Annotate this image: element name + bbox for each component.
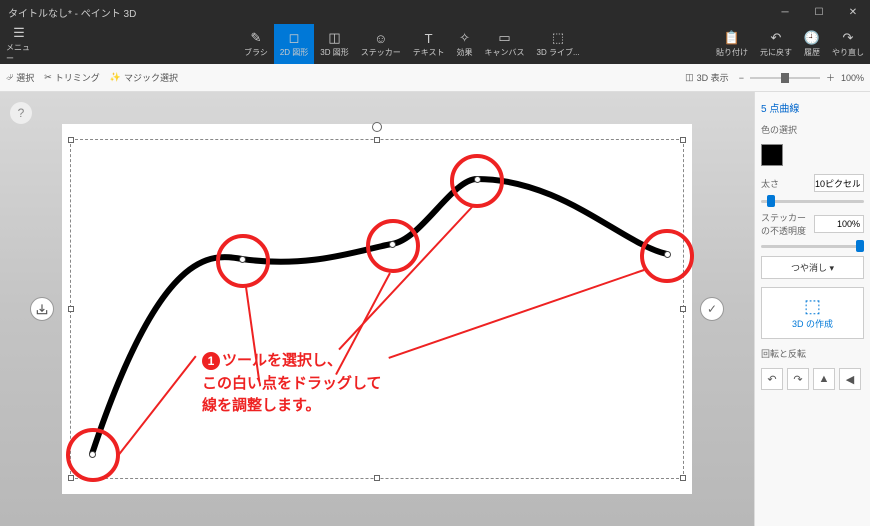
menu-button[interactable]: ☰ メニュー xyxy=(0,24,38,64)
secondary-toolbar: ⮰選択 ✂トリミング ✨マジック選択 ◫3D 表示 − ＋ 100% xyxy=(0,64,870,92)
canvas-icon: ▭ xyxy=(497,30,513,46)
sticker-tool[interactable]: ☺ ステッカー xyxy=(355,24,407,64)
thickness-slider[interactable] xyxy=(761,200,864,203)
flip-horizontal-button[interactable]: ▲ xyxy=(813,368,835,390)
view-3d-toggle[interactable]: ◫3D 表示 xyxy=(685,71,729,84)
thickness-label: 太さ xyxy=(761,177,779,190)
opacity-slider[interactable] xyxy=(761,245,864,248)
resize-handle-tr[interactable] xyxy=(680,137,686,143)
zoom-controls: − ＋ 100% xyxy=(739,71,864,84)
undo-icon: ↶ xyxy=(768,30,784,46)
opacity-input[interactable] xyxy=(814,215,864,233)
annotation-circle xyxy=(216,234,270,288)
opacity-label: ステッカーの不透明度 xyxy=(761,211,814,237)
redo-button[interactable]: ↷ やり直し xyxy=(826,24,870,64)
maximize-button[interactable]: ☐ xyxy=(802,0,836,24)
annotation-circle xyxy=(640,229,694,283)
close-button[interactable]: ✕ xyxy=(836,0,870,24)
annotation-text: 1ツールを選択し、 この白い点をドラッグして 線を調整します。 xyxy=(202,350,382,418)
hamburger-icon: ☰ xyxy=(11,25,27,41)
paste-button[interactable]: 📋 貼り付け xyxy=(710,24,754,64)
rotate-label: 回転と反転 xyxy=(761,347,864,360)
zoom-slider[interactable] xyxy=(750,77,820,79)
annotation-number: 1 xyxy=(202,352,220,370)
confirm-button[interactable]: ✓ xyxy=(700,297,724,321)
chevron-down-icon: ▾ xyxy=(830,263,835,273)
brush-tool[interactable]: ✎ ブラシ xyxy=(238,24,274,64)
resize-handle-bm[interactable] xyxy=(374,475,380,481)
redo-icon: ↷ xyxy=(840,30,856,46)
effects-tool[interactable]: ✧ 効果 xyxy=(451,24,479,64)
resize-handle-mr[interactable] xyxy=(680,306,686,312)
color-swatch[interactable] xyxy=(761,144,783,166)
undo-button[interactable]: ↶ 元に戻す xyxy=(754,24,798,64)
text-icon: T xyxy=(421,30,437,46)
shapes-3d-tool[interactable]: ◫ 3D 図形 xyxy=(314,24,354,64)
zoom-out-button[interactable]: − xyxy=(739,73,744,83)
zoom-in-button[interactable]: ＋ xyxy=(826,71,835,84)
cube-icon: ◫ xyxy=(685,72,694,83)
properties-sidebar: 5 点曲線 色の選択 太さ ステッカーの不透明度 つや消し ▾ ⬚ 3D の作成… xyxy=(754,92,870,526)
resize-handle-tm[interactable] xyxy=(374,137,380,143)
color-label: 色の選択 xyxy=(761,123,864,136)
window-controls: ─ ☐ ✕ xyxy=(768,0,870,24)
library-icon: ⬚ xyxy=(550,30,566,46)
magic-icon: ✨ xyxy=(110,72,121,83)
history-icon: 🕘 xyxy=(804,30,820,46)
canvas-workspace: ? ✓ xyxy=(0,92,754,526)
annotation-circle xyxy=(366,219,420,273)
resize-handle-tl[interactable] xyxy=(68,137,74,143)
resize-handle-br[interactable] xyxy=(680,475,686,481)
text-tool[interactable]: T テキスト xyxy=(407,24,451,64)
select-button[interactable]: ⮰選択 xyxy=(6,71,34,84)
crop-icon: ✂ xyxy=(44,72,52,83)
sidebar-title: 5 点曲線 xyxy=(761,100,864,115)
flip-vertical-button[interactable]: ◀ xyxy=(839,368,861,390)
main-toolbar: ☰ メニュー ✎ ブラシ ◻ 2D 図形 ◫ 3D 図形 ☺ ステッカー T テ… xyxy=(0,24,870,64)
help-button[interactable]: ? xyxy=(10,102,32,124)
finish-dropdown[interactable]: つや消し ▾ xyxy=(761,256,864,279)
shapes-3d-icon: ◫ xyxy=(327,30,343,46)
canvas[interactable]: 1ツールを選択し、 この白い点をドラッグして 線を調整します。 xyxy=(62,124,692,494)
zoom-level: 100% xyxy=(841,73,864,83)
library-3d-tool[interactable]: ⬚ 3D ライブ... xyxy=(531,24,586,64)
resize-handle-ml[interactable] xyxy=(68,306,74,312)
shapes-2d-tool[interactable]: ◻ 2D 図形 xyxy=(274,24,314,64)
make-3d-button[interactable]: ⬚ 3D の作成 xyxy=(761,287,864,339)
crop-button[interactable]: ✂トリミング xyxy=(44,71,100,84)
annotation-circle xyxy=(66,428,120,482)
paste-icon: 📋 xyxy=(724,30,740,46)
minimize-button[interactable]: ─ xyxy=(768,0,802,24)
rotate-left-button[interactable]: ↶ xyxy=(761,368,783,390)
resize-handle-bl[interactable] xyxy=(68,475,74,481)
cube-3d-icon: ⬚ xyxy=(762,296,863,317)
cursor-icon: ⮰ xyxy=(6,72,13,83)
rotation-handle[interactable] xyxy=(372,122,382,132)
canvas-tool[interactable]: ▭ キャンバス xyxy=(479,24,531,64)
brush-icon: ✎ xyxy=(248,30,264,46)
annotation-circle xyxy=(450,154,504,208)
thickness-input[interactable] xyxy=(814,174,864,192)
shapes-2d-icon: ◻ xyxy=(286,30,302,46)
window-title: タイトルなし* - ペイント 3D xyxy=(8,5,136,20)
sticker-icon: ☺ xyxy=(373,30,389,46)
stamp-left-button[interactable] xyxy=(30,297,54,321)
effects-icon: ✧ xyxy=(457,30,473,46)
rotate-right-button[interactable]: ↷ xyxy=(787,368,809,390)
history-button[interactable]: 🕘 履歴 xyxy=(798,24,826,64)
magic-select-button[interactable]: ✨マジック選択 xyxy=(110,71,178,84)
